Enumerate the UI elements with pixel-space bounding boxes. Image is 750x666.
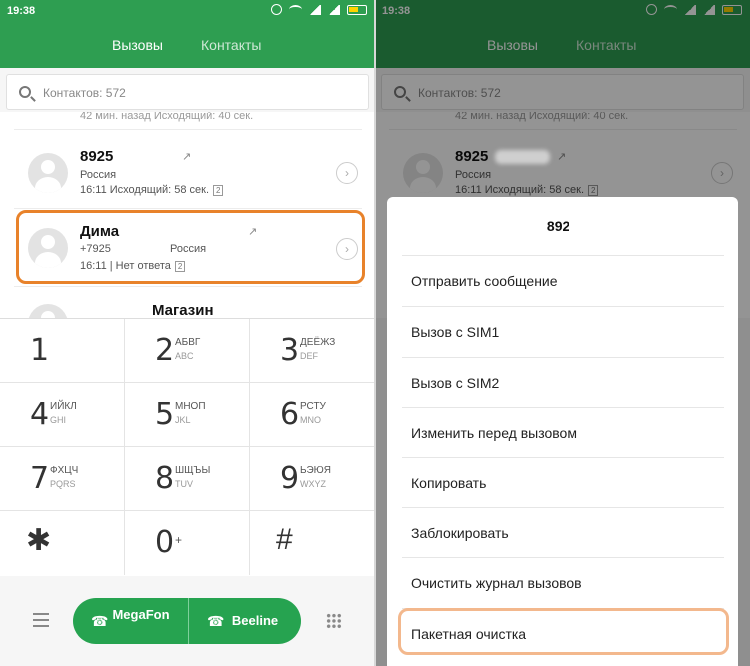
call-log-row[interactable]: Магазин (0, 290, 375, 318)
call-sim2-button[interactable]: ☎ Beeline (188, 598, 301, 644)
menu-item-block[interactable]: Заблокировать (402, 507, 724, 557)
key-5[interactable]: 5 МНОП JKL (125, 383, 250, 447)
menu-item-copy[interactable]: Копировать (402, 457, 724, 507)
key-0[interactable]: 0 + (125, 511, 250, 575)
signal-icon (309, 4, 321, 15)
screenshot-divider (374, 0, 376, 666)
key-star[interactable]: ✱ (0, 511, 125, 575)
key-7[interactable]: 7 ФХЦЧ PQRS (0, 447, 125, 511)
key-9[interactable]: 9 ЬЭЮЯ WXYZ (250, 447, 375, 511)
divider (14, 286, 362, 287)
redacted-number (569, 215, 619, 235)
search-input[interactable]: Контактов: 572 (6, 74, 369, 110)
call-action-sheet: 8925 Отправить сообщение Вызов с SIM1 Вы… (387, 197, 738, 666)
key-hash[interactable]: # (250, 511, 375, 575)
key-1[interactable]: 1 (0, 319, 125, 383)
dialer-bottom-bar: ☎ MegaFon ☎ Beeline (0, 576, 375, 666)
tab-calls[interactable]: Вызовы (112, 37, 163, 53)
phone-icon: ☎ (207, 613, 225, 629)
outgoing-arrow-icon: ↗ (182, 151, 192, 163)
status-icons (271, 4, 367, 15)
call-log-row[interactable]: 8925 ↗ Россия 16:11 Исходящий: 58 сек. 2 … (0, 136, 375, 210)
key-4[interactable]: 4 ИЙКЛ GHI (0, 383, 125, 447)
call-sim1-button[interactable]: ☎ MegaFon (73, 598, 188, 644)
tab-contacts[interactable]: Контакты (201, 37, 261, 53)
menu-item-call-sim2[interactable]: Вызов с SIM2 (402, 357, 724, 407)
avatar (28, 153, 68, 193)
call-sim1-label: MegaFon (112, 607, 170, 622)
search-placeholder: Контактов: 572 (43, 86, 126, 100)
redacted-number (495, 150, 550, 164)
call-name: 8925 (80, 148, 114, 165)
call-sim2-label: Beeline (231, 613, 279, 628)
menu-item-clear-call-log[interactable]: Очистить журнал вызовов (402, 557, 724, 607)
alarm-icon (271, 4, 282, 15)
call-name: Магазин (152, 302, 214, 318)
dialer-screen: 19:38 Вызовы Контакты Контактов: 572 42 … (0, 0, 375, 666)
key-8[interactable]: 8 ШЩЪЫ TUV (125, 447, 250, 511)
highlight-frame (16, 210, 365, 284)
highlight-frame (398, 608, 729, 655)
status-bar: 19:38 (0, 0, 375, 22)
dial-keypad: 1 2 АБВГ ABC 3 ДЕЁЖЗ DEF 4 ИЙКЛ GHI 5 МН… (0, 318, 375, 576)
sheet-title: 8925 (546, 218, 579, 234)
divider (14, 208, 362, 209)
search-icon (19, 86, 31, 98)
call-details-button[interactable]: › (336, 162, 358, 184)
app-header: Вызовы Контакты (0, 22, 375, 68)
divider (14, 129, 362, 130)
key-2[interactable]: 2 АБВГ ABC (125, 319, 250, 383)
partial-call-row: 42 мин. назад Исходящий: 40 сек. (80, 112, 254, 122)
key-3[interactable]: 3 ДЕЁЖЗ DEF (250, 319, 375, 383)
menu-icon[interactable] (33, 613, 49, 627)
menu-item-edit-before-call[interactable]: Изменить перед вызовом (402, 407, 724, 457)
avatar (28, 304, 68, 318)
status-time: 19:38 (7, 5, 36, 17)
menu-item-call-sim1[interactable]: Вызов с SIM1 (402, 306, 724, 356)
wifi-icon (289, 5, 302, 14)
call-details: 16:11 Исходящий: 58 сек. 2 (80, 184, 224, 196)
signal-icon (328, 4, 340, 15)
menu-item-send-message[interactable]: Отправить сообщение (402, 255, 724, 305)
phone-icon: ☎ (91, 613, 109, 629)
sim-badge: 2 (213, 185, 224, 196)
call-region: Россия (80, 169, 117, 181)
key-6[interactable]: 6 РСТУ MNO (250, 383, 375, 447)
battery-icon (347, 4, 367, 15)
context-menu-screen: 19:38 Вызовы Контакты Контактов: 572 42 … (375, 0, 750, 666)
dialpad-icon[interactable] (326, 613, 342, 629)
